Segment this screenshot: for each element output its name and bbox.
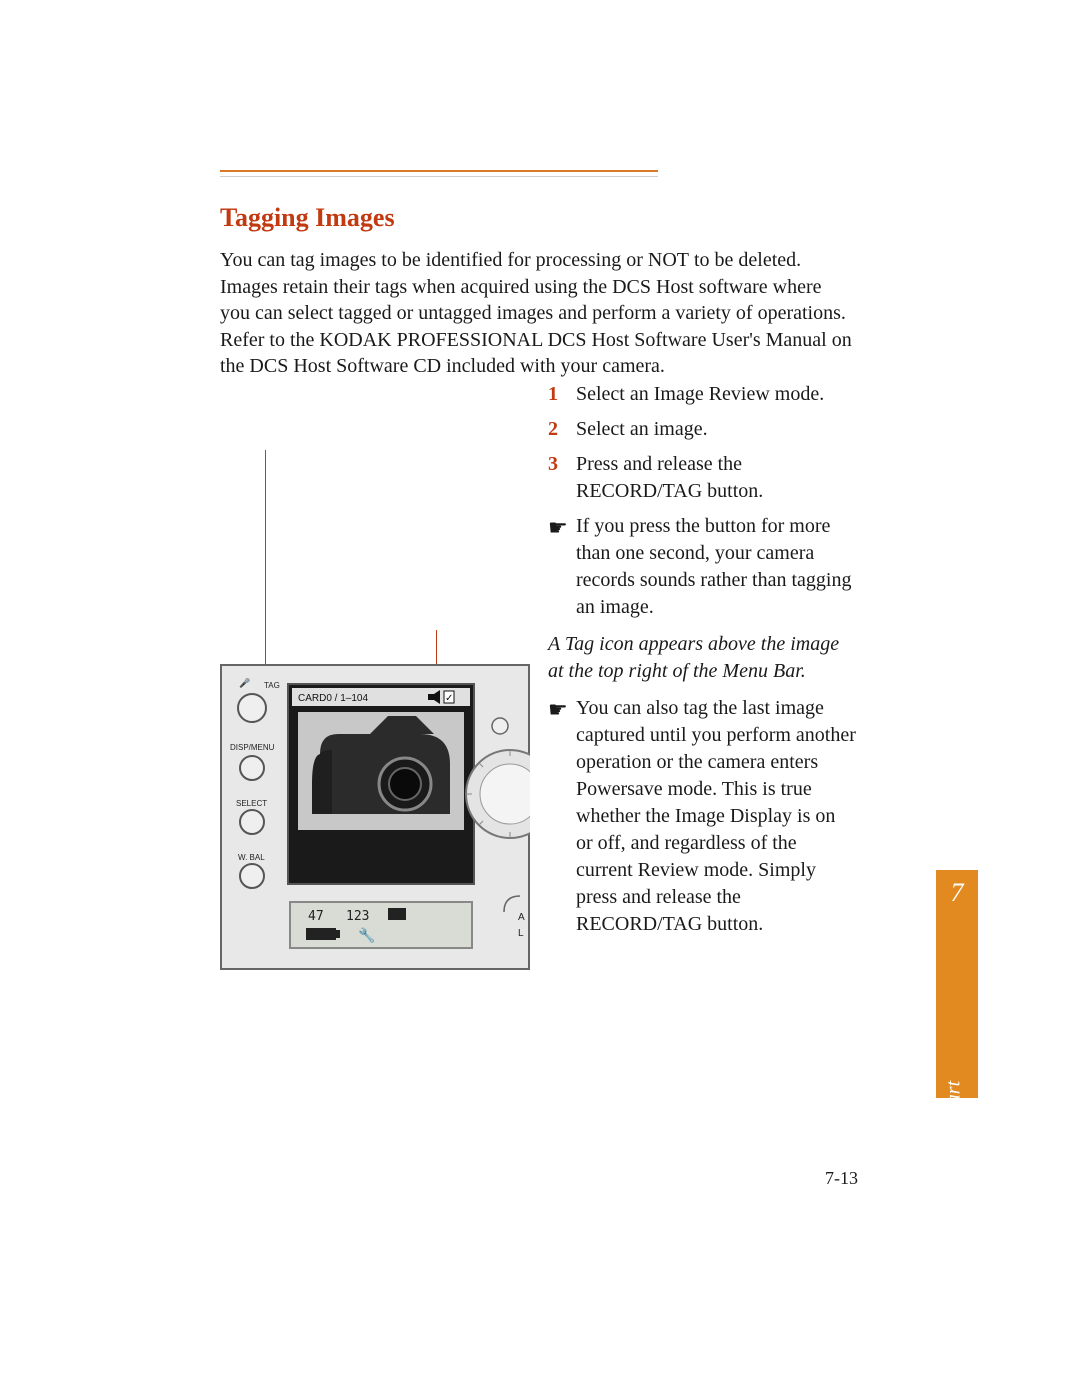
note-2: ☛ You can also tag the last image captur…	[548, 695, 856, 938]
dispmenu-label: DISP/MENU	[230, 743, 275, 752]
intro-text-a: You can tag images to be identified for …	[220, 249, 648, 271]
header-rule-orange	[220, 170, 658, 172]
top-right-button	[492, 718, 508, 734]
intro-paragraph: You can tag images to be identified for …	[220, 247, 855, 380]
battery-icon	[306, 928, 336, 940]
step-1-number: 1	[548, 381, 576, 408]
tag-label: TAG	[264, 681, 280, 690]
step-3-text: Press and release the RECORD/TAG button.	[576, 451, 856, 505]
note-1: ☛ If you press the button for more than …	[548, 513, 856, 621]
note-2-text: You can also tag the last image captured…	[576, 695, 856, 938]
tag-button	[238, 694, 266, 722]
card-icon	[388, 908, 406, 920]
mode-a: A	[518, 912, 525, 923]
step-2: 2 Select an image.	[548, 416, 856, 443]
lcd-frames: 47	[308, 909, 324, 924]
camera-back-figure: 🎤 TAG DISP/MENU SELECT W. BAL CARD0 / 1–…	[220, 664, 530, 970]
page-number: 7-13	[825, 1168, 858, 1189]
step-3: 3 Press and release the RECORD/TAG butto…	[548, 451, 856, 505]
chapter-number: 7	[936, 878, 978, 908]
wbal-button-group: W. BAL	[238, 853, 265, 888]
lcd-count: 123	[346, 909, 369, 924]
step-1: 1 Select an Image Review mode.	[548, 381, 856, 408]
steps-block: 1 Select an Image Review mode. 2 Select …	[548, 381, 856, 946]
select-label: SELECT	[236, 799, 267, 808]
step-2-number: 2	[548, 416, 576, 443]
wbal-button	[240, 864, 264, 888]
pointer-icon: ☛	[548, 695, 576, 938]
mode-l: L	[518, 928, 524, 939]
italic-result-note: A Tag icon appears above the image at th…	[548, 631, 856, 685]
header-rule-gray	[220, 176, 658, 177]
step-3-number: 3	[548, 451, 576, 505]
tool-icon: 🔧	[358, 926, 375, 944]
intro-not: NOT	[648, 249, 689, 271]
pointer-icon: ☛	[548, 513, 576, 621]
step-1-text: Select an Image Review mode.	[576, 381, 856, 408]
chapter-label: Quick Start	[943, 987, 966, 1173]
section-heading: Tagging Images	[220, 203, 395, 233]
reviewed-image	[298, 712, 464, 830]
mic-icon: 🎤	[239, 677, 250, 688]
tag-icon: ✓	[444, 691, 454, 704]
svg-text:✓: ✓	[445, 693, 453, 704]
note-1-text: If you press the button for more than on…	[576, 513, 856, 621]
chapter-side-tab: 7 Quick Start	[936, 870, 978, 1098]
select-button	[240, 810, 264, 834]
menu-bar-text: CARD0 / 1–104	[298, 693, 368, 704]
dispmenu-button	[240, 756, 264, 780]
wbal-label: W. BAL	[238, 853, 265, 862]
step-2-text: Select an image.	[576, 416, 856, 443]
